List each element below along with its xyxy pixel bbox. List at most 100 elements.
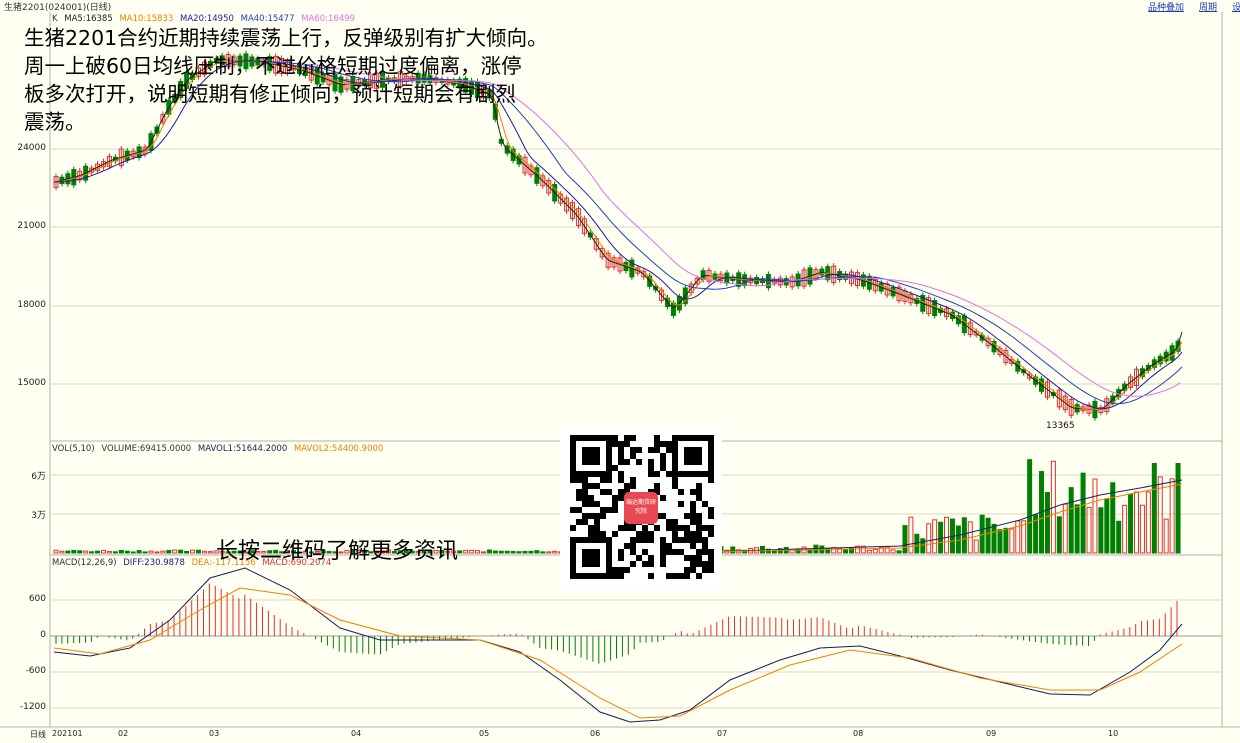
qr-module xyxy=(618,459,624,465)
price-legend: K MA5:16385 MA10:15833 MA20:14950 MA40:1… xyxy=(52,14,359,24)
qr-module xyxy=(618,447,624,453)
volume-bar xyxy=(890,549,896,554)
volume-bar xyxy=(118,549,124,554)
qr-finder-core xyxy=(684,447,702,465)
qr-module xyxy=(708,555,714,561)
qr-module xyxy=(570,507,576,513)
qr-module xyxy=(684,531,690,537)
date-tick: 08 xyxy=(853,729,864,738)
qr-module xyxy=(636,537,642,543)
volume-bar xyxy=(1080,472,1086,554)
period-label[interactable]: 日线 xyxy=(30,729,46,740)
volume-bar xyxy=(59,550,65,554)
qr-module xyxy=(690,555,696,561)
qr-module xyxy=(588,513,594,519)
qr-module xyxy=(594,513,600,519)
qr-module xyxy=(630,483,636,489)
volume-bar xyxy=(1128,493,1134,554)
volume-bar xyxy=(896,550,902,554)
diff-label: DIFF:230.9878 xyxy=(123,558,185,568)
qr-module xyxy=(690,531,696,537)
qr-module xyxy=(576,507,582,513)
qr-module xyxy=(624,525,630,531)
qr-module xyxy=(696,525,702,531)
candle-body xyxy=(670,302,676,316)
qr-module xyxy=(642,549,648,555)
date-tick: 09 xyxy=(986,729,997,738)
volume-bar xyxy=(730,546,736,554)
qr-module xyxy=(684,555,690,561)
date-tick: 03 xyxy=(209,729,220,738)
qr-module xyxy=(672,549,678,555)
qr-module xyxy=(630,477,636,483)
volume-bar xyxy=(902,525,908,554)
qr-module xyxy=(690,489,696,495)
volume-bar xyxy=(486,549,492,554)
volume-bar xyxy=(89,551,95,554)
qr-module xyxy=(618,555,624,561)
mavol1-label: MAVOL1:51644.2000 xyxy=(197,444,288,454)
qr-logo-text: 瑞达期货研究院 xyxy=(625,499,656,515)
qr-module xyxy=(582,519,588,525)
volume-bar xyxy=(926,523,932,554)
qr-module xyxy=(582,513,588,519)
qr-code[interactable]: 瑞达期货研究院 xyxy=(560,425,722,590)
volume-bar xyxy=(207,551,213,554)
volume-bar xyxy=(160,550,166,554)
qr-module xyxy=(588,531,594,537)
qr-module xyxy=(600,477,606,483)
price-legend-prefix: K xyxy=(52,14,58,24)
volume-bar xyxy=(172,549,178,554)
qr-module xyxy=(696,513,702,519)
volume-bar xyxy=(77,550,83,554)
qr-module xyxy=(690,567,696,573)
qr-module xyxy=(600,489,606,495)
qr-module xyxy=(690,507,696,513)
volume-bar xyxy=(1175,462,1181,554)
ma20-label: MA20:14950 xyxy=(180,14,234,24)
volume-tick: 6万 xyxy=(31,472,46,482)
qr-module xyxy=(678,573,684,579)
qr-module xyxy=(696,573,702,579)
qr-module xyxy=(624,483,630,489)
qr-module xyxy=(696,531,702,537)
qr-module xyxy=(654,525,660,531)
qr-module xyxy=(576,495,582,501)
volume-bar xyxy=(1062,503,1068,554)
qr-module xyxy=(660,495,666,501)
qr-module xyxy=(582,495,588,501)
qr-module xyxy=(702,549,708,555)
qr-module xyxy=(570,477,576,483)
volume-bar xyxy=(201,550,207,554)
qr-module xyxy=(618,549,624,555)
volume-bar xyxy=(944,516,950,554)
qr-module xyxy=(684,537,690,543)
qr-module xyxy=(618,489,624,495)
qr-module xyxy=(696,537,702,543)
volume-bar xyxy=(142,551,148,554)
volume-bar xyxy=(195,549,201,554)
qr-module xyxy=(630,453,636,459)
volume-bar xyxy=(136,550,142,554)
qr-module xyxy=(702,501,708,507)
qr-module xyxy=(666,573,672,579)
qr-module xyxy=(690,561,696,567)
volume-bar xyxy=(1098,507,1104,554)
qr-module xyxy=(666,471,672,477)
price-tick: 21000 xyxy=(17,221,46,231)
volume-bar xyxy=(1092,478,1098,554)
qr-module xyxy=(684,513,690,519)
qr-module xyxy=(672,483,678,489)
volume-bar xyxy=(938,521,944,554)
volume-bar xyxy=(124,550,130,554)
volume-bar xyxy=(492,550,498,554)
qr-module xyxy=(630,525,636,531)
qr-module xyxy=(672,477,678,483)
qr-module xyxy=(618,441,624,447)
qr-module xyxy=(666,549,672,555)
qr-module xyxy=(576,519,582,525)
volume-bar xyxy=(178,549,184,554)
price-tick: 18000 xyxy=(17,300,46,310)
qr-module xyxy=(624,567,630,573)
qr-module xyxy=(690,501,696,507)
